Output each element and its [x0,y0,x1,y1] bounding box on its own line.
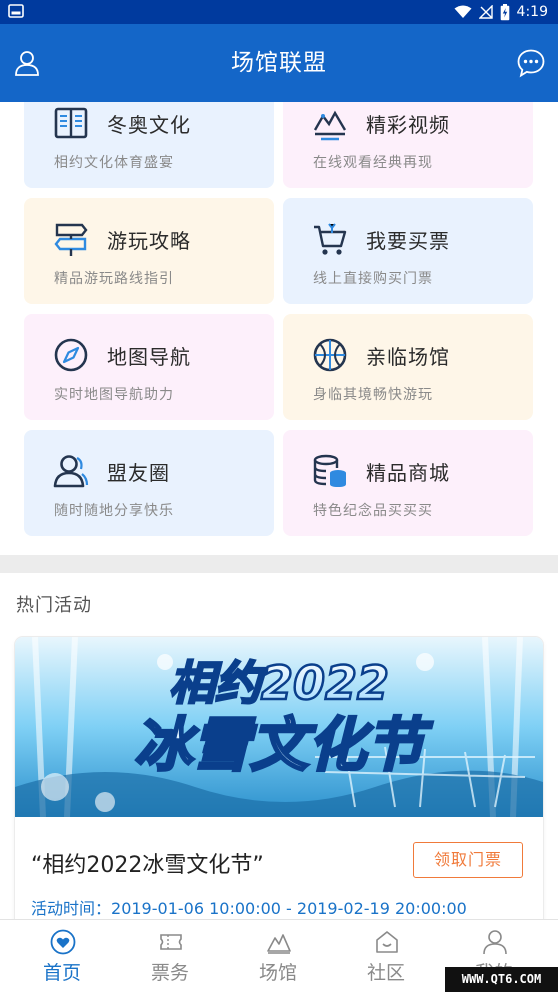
feature-card-visit-venue[interactable]: 亲临场馆 身临其境畅快游玩 [283,314,533,420]
feature-title: 地图导航 [107,345,191,369]
compass-icon [54,338,88,372]
section-divider [0,555,558,573]
nav-community[interactable]: 社区 [331,920,441,993]
home-heart-icon [50,929,76,955]
feature-card-friends-circle[interactable]: 盟友圈 随时随地分享快乐 [24,430,274,536]
banner-text-bottom: 冰雪文化节 [134,711,433,779]
feature-title: 盟友圈 [107,461,170,485]
feature-subtitle: 身临其境畅快游玩 [313,387,433,403]
section-title: 热门活动 [16,595,92,616]
page-title: 场馆联盟 [231,50,327,76]
no-signal-icon [478,5,493,19]
venue-icon [267,934,291,954]
message-button[interactable] [506,24,556,102]
community-icon [376,931,398,953]
event-banner-image: 相约2022 冰雪文化节 [15,637,543,817]
feature-card-videos[interactable]: 精彩视频 在线观看经典再现 [283,102,533,188]
feature-card-shop[interactable]: 精品商城 特色纪念品买买买 [283,430,533,536]
feature-card-map-navigation[interactable]: 地图导航 实时地图导航助力 [24,314,274,420]
event-card[interactable]: 相约2022 冰雪文化节 “相约2022冰雪文化节” 领取门票 活动时间：201… [15,637,543,919]
feature-subtitle: 随时随地分享快乐 [54,503,174,519]
ticket-icon [160,934,182,950]
profile-icon [483,930,507,955]
banner-text-top: 相约2022 [169,656,389,710]
wifi-icon [454,5,472,18]
cart-icon [314,223,347,255]
feature-card-travel-guide[interactable]: 游玩攻略 精品游玩路线指引 [24,198,274,304]
feature-title: 精品商城 [366,461,450,485]
feature-title: 精彩视频 [366,113,450,137]
feature-title: 我要买票 [366,229,450,253]
feature-title: 冬奥文化 [107,113,191,137]
watermark: WWW.QT6.COM [445,967,558,992]
event-time: 活动时间：2019-01-06 10:00:00 - 2019-02-19 20… [31,895,467,919]
nav-venues[interactable]: 场馆 [223,920,333,993]
signpost-icon [54,223,88,256]
nav-label: 票务 [150,962,189,984]
feature-subtitle: 线上直接购买门票 [313,271,433,287]
feature-title: 游玩攻略 [107,229,191,253]
feature-card-winter-olympics-culture[interactable]: 冬奥文化 相约文化体育盛宴 [24,102,274,188]
friends-icon [53,455,89,488]
chat-bubble-icon [517,49,545,78]
event-time-label: 活动时间： [31,899,112,918]
feature-subtitle: 实时地图导航助力 [54,387,174,403]
app-bar: 场馆联盟 [0,24,558,102]
home-content[interactable]: 冬奥文化 相约文化体育盛宴 精彩视频 在线观看经典再现 游玩攻略 精品游玩路线指… [0,102,558,919]
status-time: 4:19 [516,4,548,20]
get-ticket-button[interactable]: 领取门票 [413,842,523,878]
feature-subtitle: 特色纪念品买买买 [313,503,433,519]
feature-title: 亲临场馆 [366,345,450,369]
status-bar: 4:19 [0,0,558,24]
nav-label: 场馆 [258,962,297,984]
book-icon [54,107,88,139]
nav-tickets[interactable]: 票务 [115,920,225,993]
feature-subtitle: 在线观看经典再现 [313,155,433,171]
video-icon [313,110,347,141]
nav-label: 首页 [42,962,81,984]
event-time-value: 2019-01-06 10:00:00 - 2019-02-19 20:00:0… [111,899,467,918]
screen-notification-icon [8,4,24,18]
battery-charging-icon [500,3,509,20]
nav-label: 社区 [366,962,405,984]
coins-icon [313,454,346,487]
nav-home[interactable]: 首页 [7,920,117,993]
feature-subtitle: 相约文化体育盛宴 [54,155,174,171]
stadium-icon [313,338,347,372]
feature-subtitle: 精品游玩路线指引 [54,271,174,287]
event-name: “相约2022冰雪文化节” [31,853,264,878]
feature-card-buy-tickets[interactable]: 我要买票 线上直接购买门票 [283,198,533,304]
